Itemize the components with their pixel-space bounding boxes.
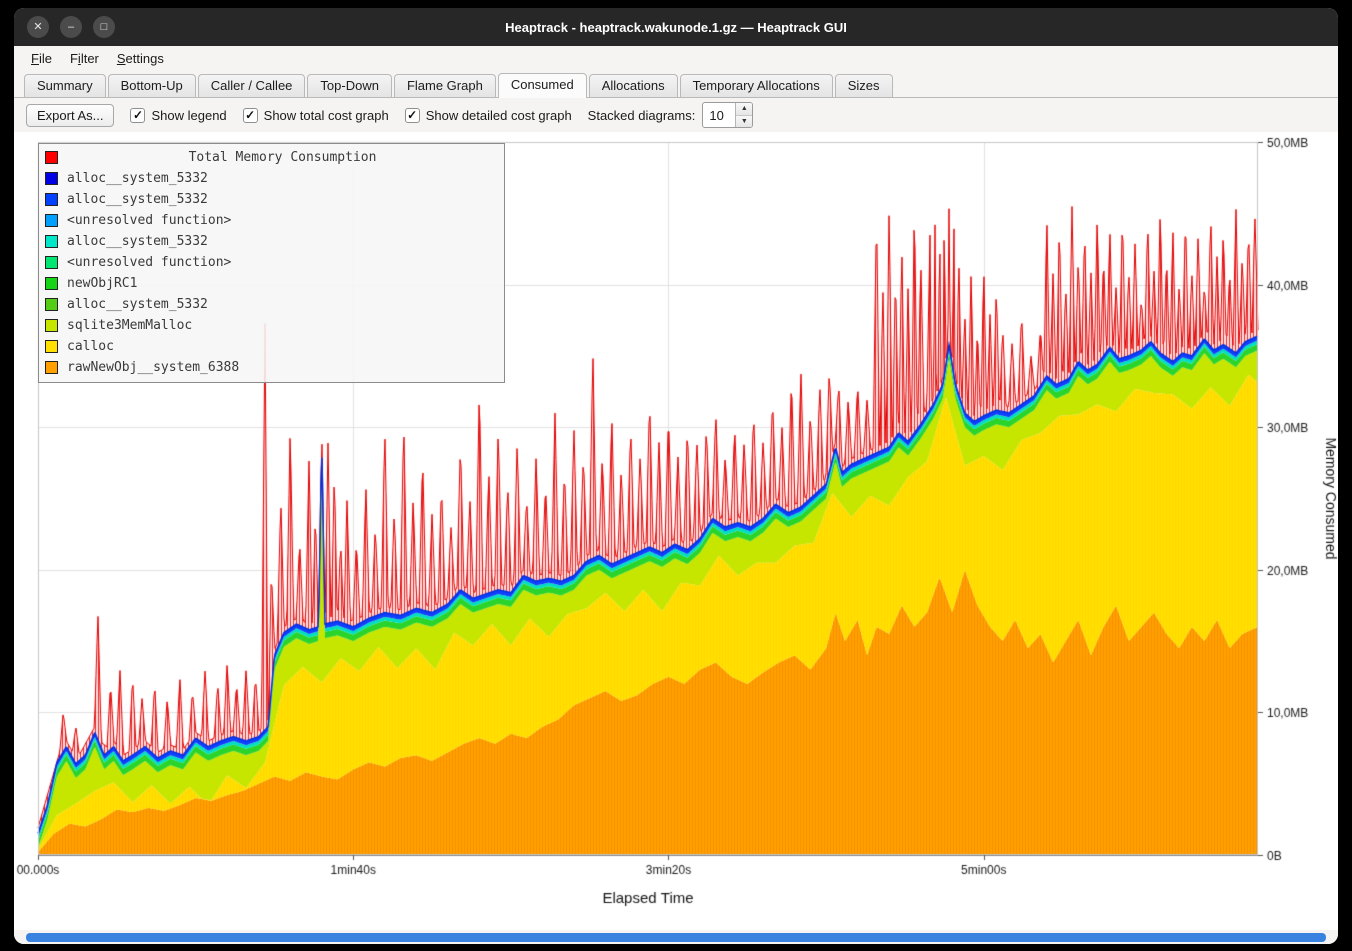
window-controls: ✕ – □ [14,16,115,38]
legend-swatch [45,193,58,206]
checkbox-show-total-cost-graph[interactable]: ✓ Show total cost graph [243,108,389,123]
legend-swatch [45,256,58,269]
spinbox-increment-button[interactable]: ▲ [736,103,752,115]
legend-item: alloc__system_5332 [39,189,504,210]
legend-label: alloc__system_5332 [67,297,208,312]
legend-label: alloc__system_5332 [67,192,208,207]
legend-item: newObjRC1 [39,273,504,294]
legend-swatch [45,298,58,311]
legend-swatch [45,319,58,332]
tab-bottom-up[interactable]: Bottom-Up [108,74,196,97]
maximize-icon: □ [101,21,108,33]
bottom-scrollbar-track [14,930,1338,944]
menu-settings[interactable]: Settings [108,48,173,69]
checkbox-box[interactable]: ✓ [405,108,420,123]
legend-swatch [45,235,58,248]
legend-item: sqlite3MemMalloc [39,315,504,336]
close-icon: ✕ [33,21,42,33]
checkbox-label: Show legend [151,108,226,123]
checkbox-box[interactable]: ✓ [243,108,258,123]
tab-sizes[interactable]: Sizes [835,74,893,97]
app-window: ✕ – □ Heaptrack - heaptrack.wakunode.1.g… [14,8,1338,944]
export-as-button[interactable]: Export As... [26,104,114,127]
tab-flame-graph[interactable]: Flame Graph [394,74,496,97]
legend-title: Total Memory Consumption [67,150,498,165]
toolbar: Export As... ✓ Show legend ✓ Show total cos… [14,98,1338,132]
scrollbar-thumb[interactable] [26,933,1326,942]
spin-down-icon: ▼ [741,118,748,125]
legend-label: rawNewObj__system_6388 [67,360,239,375]
legend-swatch [45,214,58,227]
checkmark-icon: ✓ [133,108,143,122]
legend-label: <unresolved function> [67,213,231,228]
spin-up-icon: ▲ [741,105,748,112]
menu-filter[interactable]: Filter [61,48,108,69]
legend-swatch [45,340,58,353]
legend-label: <unresolved function> [67,255,231,270]
tab-temporary-allocations[interactable]: Temporary Allocations [680,74,833,97]
chart-area: Total Memory Consumption alloc__system_53… [14,132,1338,930]
checkbox-label: Show detailed cost graph [426,108,572,123]
tab-top-down[interactable]: Top-Down [307,74,392,97]
minimize-button[interactable]: – [60,16,82,38]
legend-label: alloc__system_5332 [67,234,208,249]
tab-consumed[interactable]: Consumed [498,73,587,98]
checkbox-label: Show total cost graph [264,108,389,123]
legend-item: alloc__system_5332 [39,294,504,315]
window-title: Heaptrack - heaptrack.wakunode.1.gz — He… [14,20,1338,35]
legend-item: <unresolved function> [39,210,504,231]
menubar: FileFilterSettings [14,46,1338,70]
minimize-icon: – [68,21,74,33]
chart-legend: Total Memory Consumption alloc__system_53… [38,143,505,383]
legend-swatch [45,277,58,290]
tab-caller-callee[interactable]: Caller / Callee [198,74,306,97]
legend-label: calloc [67,339,114,354]
stacked-diagrams-label: Stacked diagrams: [588,108,696,123]
legend-item: rawNewObj__system_6388 [39,357,504,378]
legend-item: alloc__system_5332 [39,231,504,252]
legend-swatch [45,361,58,374]
legend-item: <unresolved function> [39,252,504,273]
spinbox-value[interactable]: 10 [703,103,735,127]
legend-title-row: Total Memory Consumption [39,147,504,168]
spinbox-decrement-button[interactable]: ▼ [736,115,752,128]
checkbox-group: ✓ Show legend ✓ Show total cost graph ✓ Show … [130,108,571,123]
checkbox-show-detailed-cost-graph[interactable]: ✓ Show detailed cost graph [405,108,572,123]
menu-file[interactable]: File [22,48,61,69]
checkbox-box[interactable]: ✓ [130,108,145,123]
checkmark-icon: ✓ [407,108,417,122]
legend-label: alloc__system_5332 [67,171,208,186]
tab-summary[interactable]: Summary [24,74,106,97]
tab-bar: SummaryBottom-UpCaller / CalleeTop-DownF… [14,70,1338,98]
titlebar: ✕ – □ Heaptrack - heaptrack.wakunode.1.g… [14,8,1338,46]
legend-swatch [45,151,58,164]
checkmark-icon: ✓ [245,108,255,122]
legend-item: calloc [39,336,504,357]
close-button[interactable]: ✕ [27,16,49,38]
legend-label: newObjRC1 [67,276,137,291]
tab-allocations[interactable]: Allocations [589,74,678,97]
legend-label: sqlite3MemMalloc [67,318,192,333]
legend-item: alloc__system_5332 [39,168,504,189]
legend-swatch [45,172,58,185]
stacked-diagrams-spinbox[interactable]: 10 ▲ ▼ [702,102,753,128]
checkbox-show-legend[interactable]: ✓ Show legend [130,108,226,123]
maximize-button[interactable]: □ [93,16,115,38]
